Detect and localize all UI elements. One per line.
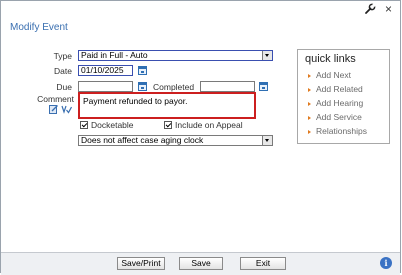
quick-link-add-service[interactable]: Add Service xyxy=(308,112,362,122)
aging-select-value: Does not affect case aging clock xyxy=(81,135,204,145)
quick-link-label: Add Service xyxy=(316,112,362,122)
aging-select[interactable]: Does not affect case aging clock xyxy=(78,135,273,146)
spellcheck-icon[interactable] xyxy=(61,104,73,114)
calendar-icon[interactable] xyxy=(259,82,268,91)
close-icon[interactable]: × xyxy=(385,2,392,16)
quick-link-relationships[interactable]: Relationships xyxy=(308,126,367,136)
arrow-right-icon xyxy=(308,115,311,120)
quick-link-add-next[interactable]: Add Next xyxy=(308,70,351,80)
info-icon[interactable]: i xyxy=(380,257,392,269)
arrow-right-icon xyxy=(308,87,311,92)
exit-button[interactable]: Exit xyxy=(240,257,286,270)
due-field[interactable] xyxy=(78,81,133,92)
calendar-icon[interactable] xyxy=(138,82,147,91)
quick-links-panel: quick links Add Next Add Related Add Hea… xyxy=(297,49,390,144)
quick-link-label: Add Hearing xyxy=(316,98,364,108)
quick-link-add-related[interactable]: Add Related xyxy=(308,84,363,94)
dialog-title: Modify Event xyxy=(10,22,68,33)
chevron-down-icon[interactable] xyxy=(262,136,272,145)
wrench-icon[interactable] xyxy=(364,3,376,15)
title-bar: × xyxy=(1,1,400,19)
chevron-down-icon[interactable] xyxy=(262,51,272,60)
date-field[interactable]: 01/10/2025 xyxy=(78,65,133,76)
comment-label: Comment xyxy=(37,94,74,104)
arrow-right-icon xyxy=(308,129,311,134)
quick-links-title: quick links xyxy=(305,53,356,65)
quick-link-label: Relationships xyxy=(316,126,368,136)
save-button[interactable]: Save xyxy=(179,257,223,270)
docketable-checkbox[interactable] xyxy=(80,121,88,129)
completed-label: Completed xyxy=(153,82,195,92)
calendar-icon[interactable] xyxy=(138,66,147,75)
save-print-button[interactable]: Save/Print xyxy=(117,257,165,270)
quick-link-add-hearing[interactable]: Add Hearing xyxy=(308,98,363,108)
arrow-right-icon xyxy=(308,101,311,106)
due-label: Due xyxy=(56,82,72,92)
modify-event-dialog: × Modify Event Type Paid in Full - Auto … xyxy=(0,0,401,275)
completed-field[interactable] xyxy=(200,81,255,92)
docketable-label: Docketable xyxy=(91,120,134,130)
type-label: Type xyxy=(53,51,72,61)
arrow-right-icon xyxy=(308,73,311,78)
button-bar: Save/Print Save Exit i xyxy=(1,252,400,275)
include-on-appeal-label: Include on Appeal xyxy=(175,120,243,130)
type-select[interactable]: Paid in Full - Auto xyxy=(78,50,273,61)
type-select-value: Paid in Full - Auto xyxy=(81,50,148,60)
date-label: Date xyxy=(54,66,72,76)
edit-icon[interactable] xyxy=(49,104,59,114)
include-on-appeal-checkbox[interactable] xyxy=(164,121,172,129)
comment-textarea[interactable]: Payment refunded to payor. xyxy=(78,92,256,119)
quick-link-label: Add Related xyxy=(316,84,363,94)
quick-link-label: Add Next xyxy=(316,70,351,80)
